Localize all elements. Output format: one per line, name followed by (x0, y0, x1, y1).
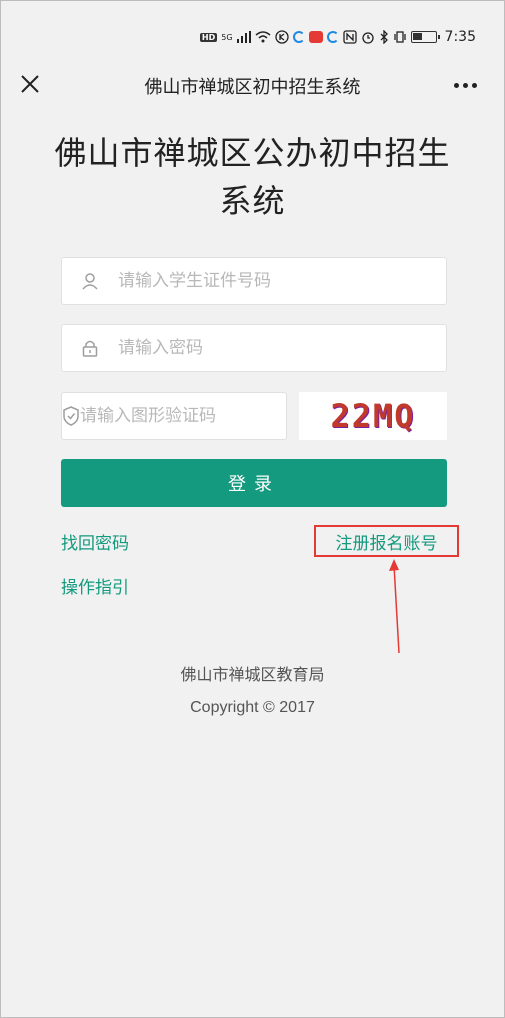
battery-icon (410, 31, 440, 43)
k-app-icon (274, 30, 289, 44)
status-bar: HD 5G 7:35 (1, 19, 504, 55)
bluetooth-icon (380, 30, 388, 44)
annotation-arrow-icon (389, 559, 400, 654)
signal-icon (236, 31, 251, 43)
user-icon (82, 273, 98, 290)
password-input[interactable] (118, 338, 446, 358)
phone-screen: HD 5G 7:35 佛山市禅城区初中招生系统 佛山市禅城区公办初中招生系统 请… (0, 0, 505, 1018)
forgot-password-link[interactable]: 找回密码 (61, 529, 129, 554)
captcha-input[interactable] (80, 406, 299, 426)
captcha-image[interactable]: 22MQ (299, 392, 447, 440)
header-title: 佛山市禅城区初中招生系统 (144, 77, 361, 98)
footer-organization: 佛山市禅城区教育局 (180, 665, 325, 684)
footer-copyright: Copyright © 2017 (190, 699, 315, 716)
system-title: 佛山市禅城区公办初中招生系统 (54, 134, 451, 220)
network-label: 5G (221, 32, 233, 42)
student-id-field[interactable] (61, 257, 447, 305)
status-time: 7:35 (444, 29, 476, 45)
app-notification-icon-2 (326, 31, 339, 43)
hd-badge: HD (199, 32, 218, 42)
login-button[interactable]: 登录 (61, 459, 447, 507)
more-options-button[interactable] (448, 71, 482, 99)
alarm-icon (361, 32, 374, 44)
more-dots-icon (453, 82, 459, 88)
app-notification-icon (292, 31, 305, 43)
guide-link[interactable]: 操作指引 (61, 573, 129, 598)
wifi-icon (255, 31, 271, 43)
nfc-icon (342, 30, 357, 44)
register-account-link[interactable]: 注册报名账号 (314, 525, 459, 557)
red-app-icon (308, 31, 323, 43)
captcha-field[interactable] (61, 392, 299, 440)
shield-icon (63, 406, 79, 426)
student-id-input[interactable] (118, 271, 446, 291)
password-field[interactable] (61, 324, 447, 372)
vibrate-icon (393, 31, 406, 43)
app-header: 佛山市禅城区初中招生系统 (1, 59, 504, 111)
lock-icon (82, 340, 98, 357)
